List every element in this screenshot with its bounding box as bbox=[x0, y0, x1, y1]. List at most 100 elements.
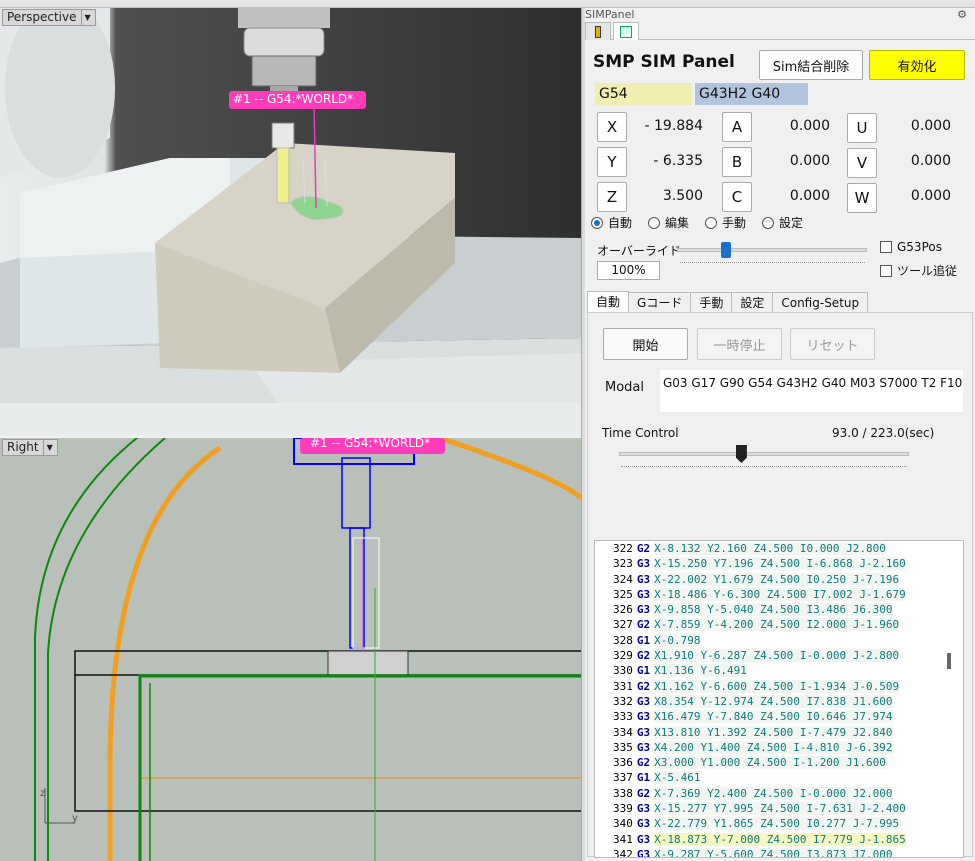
tool-follow-checkbox[interactable]: ツール追従 bbox=[880, 262, 957, 279]
gcode-line[interactable]: 325 G3 X-18.486 Y-6.300 Z4.500 I7.002 J-1.… bbox=[595, 587, 963, 602]
gcode-line[interactable]: 323 G3 X-15.250 Y7.196 Z4.500 I-6.868 J-2.… bbox=[595, 556, 963, 571]
override-slider-thumb[interactable] bbox=[720, 242, 731, 258]
gcode-line-number: 342 bbox=[613, 847, 633, 858]
gcode-line-number: 339 bbox=[613, 802, 633, 816]
gcode-command: G3 bbox=[636, 832, 651, 846]
tab-manual[interactable]: 手動 bbox=[690, 292, 733, 313]
gcode-line[interactable]: 342 G3 X-9.287 Y-5.600 Z4.500 I3.873 J7.00… bbox=[595, 847, 963, 858]
gcode-line-number: 327 bbox=[613, 618, 633, 632]
gcode-command: G3 bbox=[636, 603, 651, 617]
tab-settings[interactable]: 設定 bbox=[731, 292, 774, 313]
gcode-line-number: 322 bbox=[613, 542, 633, 555]
gcode-args: X-8.132 Y2.160 Z4.500 I0.000 J2.800 bbox=[654, 542, 886, 555]
gear-icon[interactable]: ⚙ bbox=[957, 8, 967, 22]
pause-button[interactable]: 一時停止 bbox=[697, 328, 782, 360]
mode-edit-radio[interactable]: 編集 bbox=[648, 214, 689, 231]
panel-window-title: SIMPanel bbox=[585, 8, 635, 21]
gcode-line[interactable]: 338 G2 X-7.369 Y2.400 Z4.500 I-0.000 J2.00… bbox=[595, 786, 963, 801]
tab-auto[interactable]: 自動 bbox=[587, 291, 630, 313]
viewport-label-right[interactable]: Right ▼ bbox=[2, 439, 58, 456]
gcode-line-number: 332 bbox=[613, 694, 633, 708]
time-control-value: 93.0 / 223.0(sec) bbox=[832, 426, 935, 440]
gcode-line[interactable]: 341 G3 X-18.873 Y-7.000 Z4.500 I7.779 J-1.… bbox=[595, 832, 963, 847]
gcode-line-number: 325 bbox=[613, 587, 633, 601]
gcode-command: G2 bbox=[636, 756, 651, 770]
gcode-line-number: 338 bbox=[613, 786, 633, 800]
chevron-down-icon[interactable]: ▼ bbox=[80, 10, 91, 25]
sim-delete-button[interactable]: Sim結合削除 bbox=[759, 50, 863, 80]
g53pos-checkbox[interactable]: G53Pos bbox=[880, 240, 942, 254]
perspective-viewport[interactable]: Perspective ▼ #1 -- G54:*WORLD* bbox=[0, 8, 581, 436]
gcode-command: G3 bbox=[636, 817, 651, 831]
gcode-args: X-18.873 Y-7.000 Z4.500 I7.779 J-1.865 bbox=[654, 832, 906, 846]
wcs-tag-right: #1 -- G54:*WORLD* bbox=[310, 438, 431, 450]
gcode-line[interactable]: 326 G3 X-9.858 Y-5.040 Z4.500 I3.486 J6.30… bbox=[595, 602, 963, 617]
axis-y-value: - 6.335 bbox=[653, 153, 703, 169]
sim-panel: SIMPanel ⚙ SMP SIM Panel Sim結合削除 有効化 G54… bbox=[585, 8, 975, 861]
mode-settings-radio[interactable]: 設定 bbox=[762, 214, 803, 231]
mode-auto-label: 自動 bbox=[608, 216, 633, 230]
gcode-line[interactable]: 336 G2 X3.000 Y1.000 Z4.500 I-1.200 J1.600 bbox=[595, 755, 963, 770]
perspective-label: Perspective bbox=[7, 10, 77, 24]
gcode-line[interactable]: 329 G2 X1.910 Y-6.287 Z4.500 I-0.000 J-2.8… bbox=[595, 648, 963, 663]
modal-label: Modal bbox=[605, 380, 644, 395]
gcode-command: G3 bbox=[636, 710, 651, 724]
tool-icon[interactable] bbox=[585, 22, 611, 40]
panel-header: SMP SIM Panel bbox=[593, 52, 735, 72]
tab-config-setup[interactable]: Config-Setup bbox=[772, 292, 869, 313]
gcode-line[interactable]: 328 G1 X-0.798 bbox=[595, 633, 963, 648]
code-scrollbar-thumb[interactable] bbox=[947, 653, 951, 669]
gcode-args: X-7.369 Y2.400 Z4.500 I-0.000 J2.000 bbox=[654, 786, 893, 800]
gcode-line[interactable]: 327 G2 X-7.859 Y-4.200 Z4.500 I2.000 J-1.9… bbox=[595, 617, 963, 632]
gcode-line[interactable]: 335 G3 X4.200 Y1.400 Z4.500 I-4.810 J-6.39… bbox=[595, 740, 963, 755]
time-slider[interactable] bbox=[619, 445, 909, 463]
mode-auto-radio[interactable]: 自動 bbox=[591, 214, 632, 231]
toolbar-strip bbox=[0, 0, 975, 8]
gcode-args: X-18.486 Y-6.300 Z4.500 I7.002 J-1.679 bbox=[654, 587, 906, 601]
gcode-args: X-15.277 Y7.995 Z4.500 I-7.631 J-2.400 bbox=[654, 802, 906, 816]
right-scene: z y bbox=[0, 438, 581, 861]
right-label: Right bbox=[7, 440, 39, 454]
sub-tab-bar: 自動 Gコード 手動 設定 Config-Setup bbox=[587, 291, 869, 313]
mode-manual-radio[interactable]: 手動 bbox=[705, 214, 746, 231]
gcode-listing[interactable]: 322 G2 X-8.132 Y2.160 Z4.500 I0.000 J2.800… bbox=[594, 540, 964, 858]
gcode-command: G2 bbox=[636, 786, 651, 800]
gcode-line[interactable]: 333 G3 X16.479 Y-7.840 Z4.500 I0.646 J7.97… bbox=[595, 709, 963, 724]
axis-v-value: 0.000 bbox=[910, 153, 951, 169]
sim-panel-icon[interactable] bbox=[613, 22, 639, 40]
start-button[interactable]: 開始 bbox=[603, 328, 688, 360]
gcode-command: G1 bbox=[636, 633, 651, 647]
gcode-line[interactable]: 339 G3 X-15.277 Y7.995 Z4.500 I-7.631 J-2.… bbox=[595, 801, 963, 816]
modal-value: G03 G17 G90 G54 G43H2 G40 M03 S7000 T2 F… bbox=[660, 370, 963, 412]
gcode-line[interactable]: 330 G1 X1.136 Y-6.491 bbox=[595, 663, 963, 678]
enable-button[interactable]: 有効化 bbox=[869, 50, 965, 80]
axis-w-value: 0.000 bbox=[910, 188, 951, 204]
right-viewport[interactable]: z y Right ▼ #1 -- G54:*WORLD* bbox=[0, 438, 581, 861]
axis-b-value: 0.000 bbox=[789, 153, 830, 169]
gcode-line[interactable]: 322 G2 X-8.132 Y2.160 Z4.500 I0.000 J2.800 bbox=[595, 541, 963, 556]
override-value[interactable]: 100% bbox=[597, 261, 660, 280]
override-label: オーバーライド bbox=[597, 244, 681, 258]
gcode-line[interactable]: 337 G1 X-5.461 bbox=[595, 770, 963, 785]
gcode-line-number: 326 bbox=[613, 603, 633, 617]
gcode-command: G2 bbox=[636, 649, 651, 663]
gcode-line[interactable]: 331 G2 X1.162 Y-6.600 Z4.500 I-1.934 J-0.5… bbox=[595, 679, 963, 694]
gcode-args: X-9.287 Y-5.600 Z4.500 I3.873 J7.000 bbox=[654, 847, 893, 857]
gcode-line[interactable]: 332 G3 X8.354 Y-12.974 Z4.500 I7.838 J1.60… bbox=[595, 694, 963, 709]
gcode-line-number: 335 bbox=[613, 740, 633, 754]
gcode-command: G3 bbox=[636, 802, 651, 816]
override-slider[interactable] bbox=[677, 242, 867, 258]
gcode-command: G2 bbox=[636, 618, 651, 632]
gcode-line[interactable]: 334 G3 X13.810 Y1.392 Z4.500 I-7.479 J2.84… bbox=[595, 725, 963, 740]
axis-u-value: 0.000 bbox=[910, 118, 951, 134]
viewport-label-perspective[interactable]: Perspective ▼ bbox=[2, 9, 96, 26]
reset-button[interactable]: リセット bbox=[790, 328, 875, 360]
chevron-down-icon[interactable]: ▼ bbox=[42, 440, 53, 455]
tool-comp-field: G43H2 G40 bbox=[695, 83, 808, 105]
mode-settings-label: 設定 bbox=[779, 216, 804, 230]
gcode-line[interactable]: 340 G3 X-22.779 Y1.865 Z4.500 I0.277 J-7.9… bbox=[595, 816, 963, 831]
gcode-command: G3 bbox=[636, 557, 651, 571]
tab-gcode[interactable]: Gコード bbox=[628, 292, 692, 313]
gcode-line[interactable]: 324 G3 X-22.002 Y1.679 Z4.500 I0.250 J-7.1… bbox=[595, 572, 963, 587]
gcode-line-number: 328 bbox=[613, 633, 633, 647]
